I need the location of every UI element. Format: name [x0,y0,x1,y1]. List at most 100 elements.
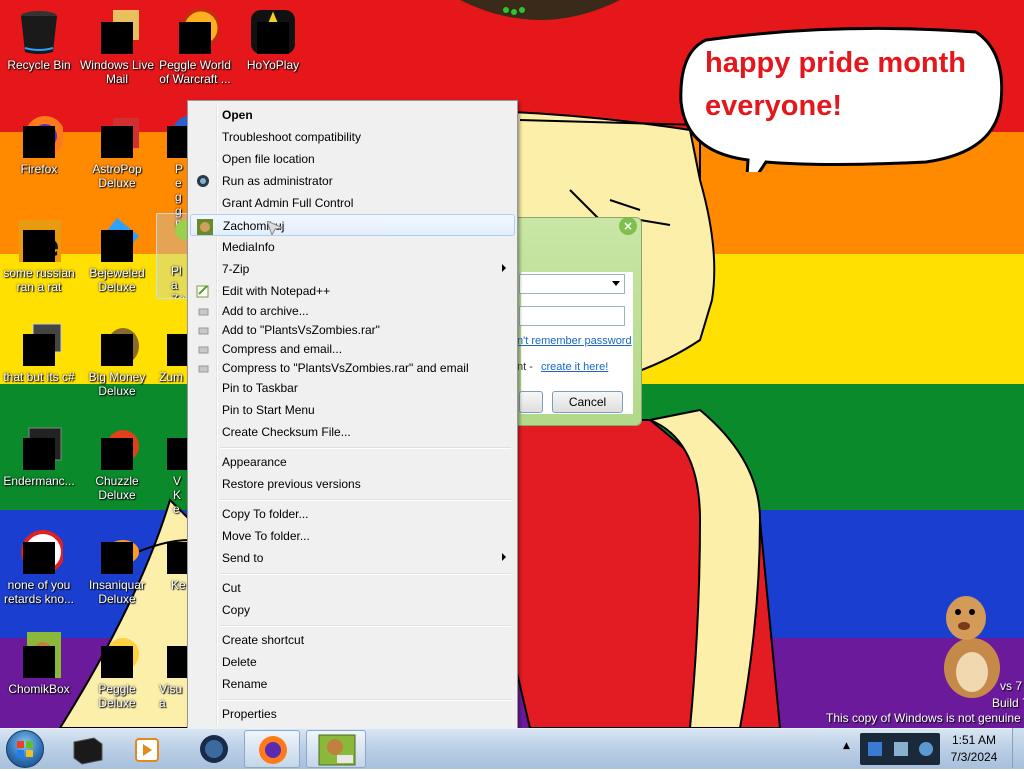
menu-separator [220,625,511,627]
desktop-icon-hoyoplay[interactable]: HoYoPlay [235,8,311,72]
dialog-forgot-password-link[interactable]: n't remember password [517,335,632,347]
desktop-icon-peggle-deluxe[interactable]: Peggle Deluxe [79,632,155,710]
dialog-account-text: nt - [517,361,533,373]
menu-item-label: Pin to Start Menu [222,403,315,417]
menu-item-7zip[interactable]: 7-Zip [190,258,515,280]
desktop-icon-chuzzle[interactable]: Chuzzle Deluxe [79,424,155,502]
menu-item-zachomikuj[interactable]: Zachomikuj [190,214,515,237]
taskbar-chomikbox[interactable] [306,730,366,768]
network-icon[interactable] [860,733,940,765]
desktop-icon-windows-live-mail[interactable]: Windows Live Mail [79,8,155,86]
taskbar-firefox[interactable] [244,730,300,768]
menu-item-label: Compress to "PlantsVsZombies.rar" and em… [222,361,469,375]
desktop-icon-label: Insaniquar Deluxe [88,578,146,606]
context-menu[interactable]: Open Troubleshoot compatibility Open fil… [187,100,518,729]
menu-item-label: Move To folder... [222,529,310,543]
menu-item-rename[interactable]: Rename [190,673,515,695]
chomikbox-icon [197,219,213,235]
desktop-icon-that-but-csharp[interactable]: that but its c# [1,320,77,384]
desktop-icon-firefox[interactable]: Firefox [1,112,77,176]
menu-item-label: Create shortcut [222,633,305,647]
dialog-ok-button[interactable] [519,391,543,413]
desktop-icon-bejeweled[interactable]: Bejeweled Deluxe [79,216,155,294]
peggle-icon [93,632,141,680]
menu-item-mediainfo[interactable]: MediaInfo [190,236,515,258]
mail-icon [93,8,141,56]
show-desktop-button[interactable] [1012,728,1024,768]
menu-item-pin-start[interactable]: Pin to Start Menu [190,399,515,421]
menu-item-label: Copy To folder... [222,507,309,521]
desktop-icon-zuma[interactable]: Zum [157,320,187,384]
app-icon [159,424,187,472]
menu-item-label: Delete [222,655,257,669]
menu-item-properties[interactable]: Properties [190,703,515,725]
menu-item-copy-to-folder[interactable]: Copy To folder... [190,503,515,525]
desktop-icon-visual-partial[interactable]: Visua [157,632,187,710]
menu-item-move-to-folder[interactable]: Move To folder... [190,525,515,547]
taskbar[interactable]: ▲ [0,728,1024,769]
tray-show-hidden-button[interactable]: ▲ [843,741,850,751]
menu-item-label: Add to archive... [222,304,309,318]
peggle-icon [159,112,187,160]
dialog-create-account-link[interactable]: create it here! [541,361,608,373]
tray-icons [860,733,940,765]
archive-icon [196,304,210,318]
desktop-icon-chomikbox[interactable]: ChomikBox [1,632,77,696]
menu-item-open-file-location[interactable]: Open file location [190,148,515,170]
menu-item-label: Open [222,108,253,122]
desktop-icon-label: Chuzzle Deluxe [95,474,139,502]
dialog-account-select[interactable] [519,274,625,294]
watermark-build-text: Build 7601 [992,696,1024,710]
menu-item-delete[interactable]: Delete [190,651,515,673]
desktop-icon-label: Visua [159,682,183,710]
menu-item-appearance[interactable]: Appearance [190,451,515,473]
desktop-icon-label: some russian ran a rat [3,266,75,294]
desktop-icon-ke-partial[interactable]: Ke [157,528,187,592]
app-icon: e [15,216,63,264]
desktop-icon-some-russian[interactable]: e some russian ran a rat [1,216,77,294]
bejeweled-icon [93,216,141,264]
menu-item-send-to[interactable]: Send to [190,547,515,569]
menu-item-create-shortcut[interactable]: Create shortcut [190,629,515,651]
desktop-icon-label: Pla Zo [171,264,186,299]
taskbar-app-1[interactable] [60,730,116,768]
desktop-icon-peggle-wow[interactable]: Peggle World of Warcraft ... [157,8,233,86]
archive-icon [196,361,210,375]
desktop-icon-v-partial[interactable]: V Ke [157,424,187,516]
firefox-icon [15,112,65,160]
menu-item-compress-rar-email[interactable]: Compress to "PlantsVsZombies.rar" and em… [190,357,515,379]
menu-item-label: Rename [222,677,268,691]
desktop-icon-astropop[interactable]: AstroPop Deluxe [79,112,155,190]
desktop-icon-insaniquarium[interactable]: Insaniquar Deluxe [79,528,155,606]
desktop-icon-recycle-bin[interactable]: Recycle Bin [1,8,77,72]
menu-item-troubleshoot[interactable]: Troubleshoot compatibility [190,126,515,148]
desktop-icon-none-of-you[interactable]: none of you retards kno... [1,528,77,606]
shield-admin-icon [196,174,210,188]
dialog-password-field[interactable] [519,306,625,326]
menu-item-edit-notepad[interactable]: Edit with Notepad++ [190,280,515,302]
desktop-icon-plants-vs-zombies[interactable]: Pla Zo [156,213,188,299]
menu-item-checksum[interactable]: Create Checksum File... [190,421,515,443]
menu-item-open[interactable]: Open [190,104,515,126]
desktop-icon-label: HoYoPlay [246,58,300,72]
menu-item-cut[interactable]: Cut [190,577,515,599]
submenu-arrow-icon [502,264,506,272]
menu-item-label: Send to [222,551,264,565]
menu-item-restore-versions[interactable]: Restore previous versions [190,473,515,495]
dialog-cancel-button[interactable]: Cancel [552,391,623,413]
taskbar-app-3[interactable] [186,730,242,768]
dialog-close-button[interactable]: × [619,218,637,235]
menu-item-grant-admin[interactable]: Grant Admin Full Control [190,192,515,214]
menu-item-pin-taskbar[interactable]: Pin to Taskbar [190,377,515,399]
speech-bubble-text: happy pride month everyone! [705,42,995,128]
menu-item-label: 7-Zip [222,262,250,276]
clock-date: 7/3/2024 [950,750,998,764]
menu-item-copy[interactable]: Copy [190,599,515,621]
desktop-icon-big-money[interactable]: Big Money Deluxe [79,320,155,398]
start-button[interactable] [6,730,44,768]
taskbar-app-2[interactable] [118,730,174,768]
menu-item-run-as-admin[interactable]: Run as administrator [190,170,515,192]
desktop-icon-label: Peggle World of Warcraft ... [159,58,231,86]
desktop-icon-endermanch[interactable]: Endermanc... [1,424,77,488]
menu-item-label: Troubleshoot compatibility [222,130,361,144]
